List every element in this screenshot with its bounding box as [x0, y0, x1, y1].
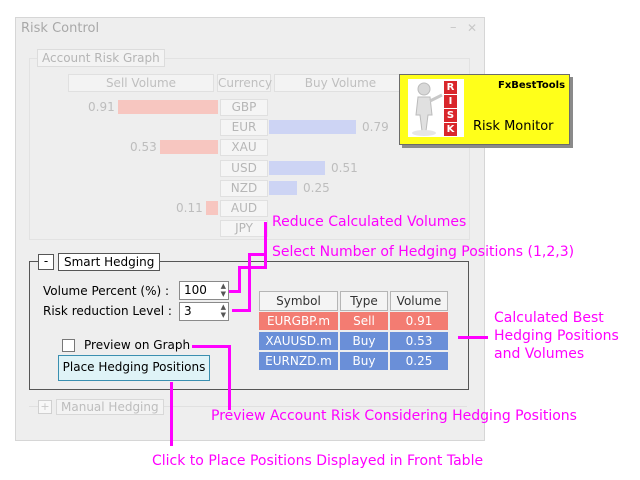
stepper-up-icon[interactable]: ▲ [221, 304, 226, 311]
currency-cell: AUD [220, 200, 268, 217]
table-header-symbol: Symbol [259, 291, 338, 311]
buy-volume-bar [269, 161, 325, 175]
sell-volume-label: 0.11 [176, 201, 203, 215]
place-hedging-positions-button[interactable]: Place Hedging Positions [58, 355, 210, 381]
currency-cell: USD [220, 160, 268, 177]
table-cell-symbol: EURNZD.m [259, 352, 338, 370]
risk-level-stepper[interactable]: 3 ▲ ▼ [179, 302, 229, 321]
annotation-line [192, 345, 229, 348]
annotation-calculated: Calculated Best Hedging Positions and Vo… [494, 309, 619, 363]
risk-letter-tile: S [444, 109, 457, 122]
annotation-line [232, 309, 251, 312]
preview-checkbox[interactable] [62, 338, 75, 352]
annotation-calculated-line: and Volumes [494, 346, 585, 362]
annotation-line [238, 266, 266, 269]
annotation-preview: Preview Account Risk Considering Hedging… [211, 408, 577, 424]
risk-letter-tile: I [444, 95, 457, 108]
logo-brand: FxBestTools [498, 80, 566, 91]
table-cell-type: Sell [340, 312, 388, 330]
buy-volume-bar [269, 120, 356, 134]
smart-hedging-header: - Smart Hedging [38, 253, 161, 271]
table-header-type: Type [340, 291, 388, 311]
annotation-line [238, 266, 241, 293]
currency-cell: EUR [220, 119, 268, 136]
buy-volume-bar [269, 181, 297, 195]
risk-level-value: 3 [184, 304, 192, 318]
window-title: Risk Control [21, 21, 100, 36]
currency-header: Currency [217, 74, 273, 92]
minimize-button[interactable]: – [450, 20, 457, 35]
smart-hedging-label: Smart Hedging [58, 253, 161, 271]
smart-hedging-collapse-button[interactable]: - [38, 254, 54, 270]
risk-letter-tile: K [444, 123, 457, 136]
annotation-select-positions: Select Number of Hedging Positions (1,2,… [272, 244, 575, 260]
close-icon[interactable]: ✕ [467, 21, 477, 35]
annotation-click-place: Click to Place Positions Displayed in Fr… [152, 453, 484, 469]
risk-letters: RISK [444, 81, 458, 137]
table-cell-volume: 0.25 [390, 352, 448, 370]
stepper-up-icon[interactable]: ▲ [221, 283, 226, 290]
currency-cell: XAU [220, 139, 268, 156]
risk-level-label: Risk reduction Level : [43, 304, 172, 318]
volume-percent-stepper[interactable]: 100 ▲ ▼ [179, 281, 229, 300]
currency-cell: GBP [220, 99, 268, 116]
annotation-line [229, 290, 241, 293]
table-header-volume: Volume [390, 291, 448, 311]
sell-volume-bar [160, 140, 218, 154]
buy-volume-header: Buy Volume [274, 74, 407, 92]
sell-volume-header: Sell Volume [68, 74, 214, 92]
sell-volume-label: 0.91 [88, 100, 115, 114]
annotation-line [248, 253, 251, 311]
risk-figure-icon: RISK [408, 79, 464, 137]
annotation-line [264, 222, 267, 269]
manual-hedging-label: Manual Hedging [56, 399, 164, 415]
sell-volume-bar [118, 100, 218, 114]
sell-volume-label: 0.53 [130, 140, 157, 154]
annotation-calculated-line: Calculated Best [494, 310, 604, 326]
buy-volume-label: 0.79 [362, 120, 389, 134]
annotation-calculated-line: Hedging Positions [494, 328, 619, 344]
annotation-line [170, 382, 173, 446]
currency-cell: NZD [220, 180, 268, 197]
table-cell-symbol: XAUUSD.m [259, 332, 338, 350]
table-cell-type: Buy [340, 352, 388, 370]
stepper-down-icon[interactable]: ▼ [221, 312, 226, 319]
volume-percent-value: 100 [184, 283, 207, 297]
annotation-line [228, 345, 231, 410]
currency-cell: JPY [220, 220, 268, 237]
buy-volume-label: 0.25 [303, 181, 330, 195]
table-cell-volume: 0.53 [390, 332, 448, 350]
annotation-reduce-volumes: Reduce Calculated Volumes [272, 214, 467, 230]
table-cell-type: Buy [340, 332, 388, 350]
logo-title: Risk Monitor [473, 119, 554, 134]
manual-hedging-header: + Manual Hedging [38, 399, 164, 415]
manual-hedging-expand-button[interactable]: + [38, 400, 52, 414]
volume-percent-label: Volume Percent (%) : [43, 284, 170, 298]
preview-on-graph-checkbox-row[interactable]: Preview on Graph [62, 338, 190, 352]
table-cell-volume: 0.91 [390, 312, 448, 330]
annotation-line [458, 336, 488, 339]
sell-volume-bar [206, 201, 218, 215]
account-risk-graph-label: Account Risk Graph [37, 49, 165, 67]
risk-letter-tile: R [444, 81, 457, 94]
table-cell-symbol: EURGBP.m [259, 312, 338, 330]
buy-volume-label: 0.51 [331, 161, 358, 175]
preview-on-graph-label: Preview on Graph [84, 338, 191, 352]
stepper-down-icon[interactable]: ▼ [221, 291, 226, 298]
